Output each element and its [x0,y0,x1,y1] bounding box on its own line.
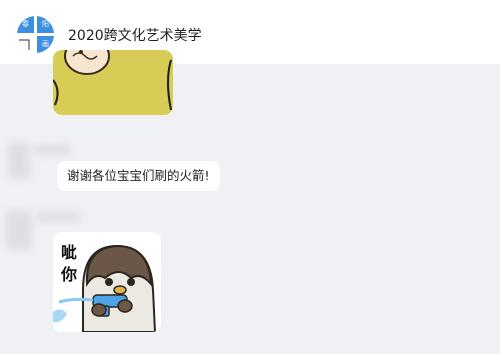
sticker-message[interactable] [53,50,173,115]
logo-char-2: 阳 [37,16,54,33]
group-logo[interactable]: 春 阳 画 [17,16,54,53]
sticker-caption: 呲你 [61,243,78,284]
logo-char-1: 春 [17,16,34,33]
chat-title: 2020跨文化艺术美学 [68,28,202,44]
sender-avatar[interactable] [6,210,32,250]
sender-name [36,212,80,222]
logo-frame-icon [19,39,30,50]
sender-avatar[interactable] [8,143,30,179]
sticker-message[interactable]: 呲你 [53,232,161,332]
logo-char-3: 画 [37,36,54,53]
sticker-image [53,50,173,115]
text-message-bubble[interactable]: 谢谢各位宝宝们刷的火箭! [57,161,220,191]
sender-name [34,145,70,155]
logo-blank [17,36,34,53]
